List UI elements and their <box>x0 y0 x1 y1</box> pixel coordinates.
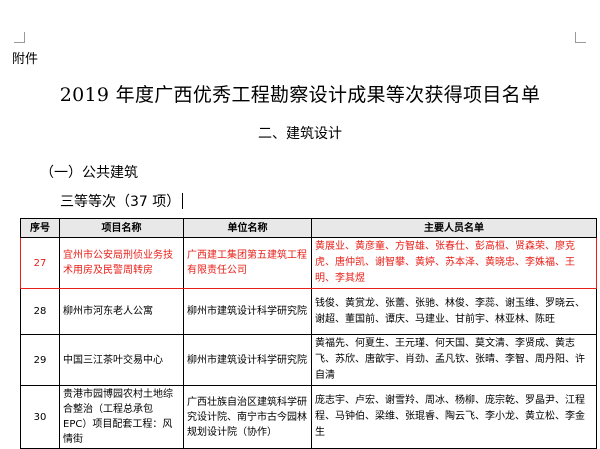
page-corner-mark-left <box>14 32 25 43</box>
cell-unit: 柳州市建筑设计科学研究院 <box>183 288 312 335</box>
subsection-heading: （一）公共建筑 <box>40 165 138 181</box>
header-project: 项目名称 <box>59 218 184 238</box>
table-header-row: 序号 项目名称 单位名称 主要人员名单 <box>20 218 597 238</box>
header-no: 序号 <box>20 218 60 238</box>
cell-people: 黄福先、何夏生、王元瑾、何天国、莫文清、李贤成、黄志飞、苏欣、唐歆宇、肖劲、孟凡… <box>311 334 597 386</box>
text-cursor <box>182 193 184 209</box>
cell-project: 柳州市河东老人公寓 <box>59 288 184 335</box>
attachment-label: 附件 <box>12 52 39 67</box>
grade-heading[interactable]: 三等等次（37 项） <box>60 191 184 211</box>
cell-people: 钱俊、黄赏龙、张蕾、张驰、林俊、李蕊、谢玉维、罗晓云、谢超、董国前、谭庆、马建业… <box>311 288 597 335</box>
cell-project: 中国三江茶叶交易中心 <box>59 334 184 386</box>
cell-no: 28 <box>20 288 60 335</box>
section-heading: 二、建筑设计 <box>258 126 342 142</box>
table-row: 28 柳州市河东老人公寓 柳州市建筑设计科学研究院 钱俊、黄赏龙、张蕾、张驰、林… <box>20 288 597 335</box>
cell-unit: 广西建工集团第五建筑工程有限责任公司 <box>183 237 312 289</box>
cell-people: 黄展业、黄彦童、方智雄、张春仕、彭高桓、贤森荣、廖克虎、唐仲凯、谢智攀、黄婷、苏… <box>311 237 597 289</box>
results-table: 序号 项目名称 单位名称 主要人员名单 27 宜州市公安局刑侦业务技术用房及民警… <box>20 218 597 449</box>
cell-no: 30 <box>20 385 60 449</box>
cell-project: 宜州市公安局刑侦业务技术用房及民警周转房 <box>59 237 184 289</box>
header-unit: 单位名称 <box>183 218 312 238</box>
table-row: 30 贵港市园博园农村土地综合整治（工程总承包 EPC）项目配套工程：风情街 广… <box>20 385 597 449</box>
grade-text: 三等等次（37 项） <box>60 194 181 210</box>
cell-unit: 广西壮族自治区建筑科学研究设计院、南宁市古今园林规划设计院（协作） <box>183 385 312 449</box>
cell-unit: 柳州市建筑设计科学研究院 <box>183 334 312 386</box>
document-title: 2019 年度广西优秀工程勘察设计成果等次获得项目名单 <box>59 84 541 106</box>
cell-no: 27 <box>20 237 60 289</box>
table-row: 29 中国三江茶叶交易中心 柳州市建筑设计科学研究院 黄福先、何夏生、王元瑾、何… <box>20 334 597 386</box>
cell-project: 贵港市园博园农村土地综合整治（工程总承包 EPC）项目配套工程：风情街 <box>59 385 184 449</box>
header-people: 主要人员名单 <box>311 218 597 238</box>
cell-people: 庞志宇、卢宏、谢雪羚、周冰、杨柳、庞宗乾、罗晶尹、江程程、马钟伯、梁维、张琨睿、… <box>311 385 597 449</box>
cell-no: 29 <box>20 334 60 386</box>
table-row: 27 宜州市公安局刑侦业务技术用房及民警周转房 广西建工集团第五建筑工程有限责任… <box>20 237 597 289</box>
page-corner-mark-right <box>575 32 586 43</box>
